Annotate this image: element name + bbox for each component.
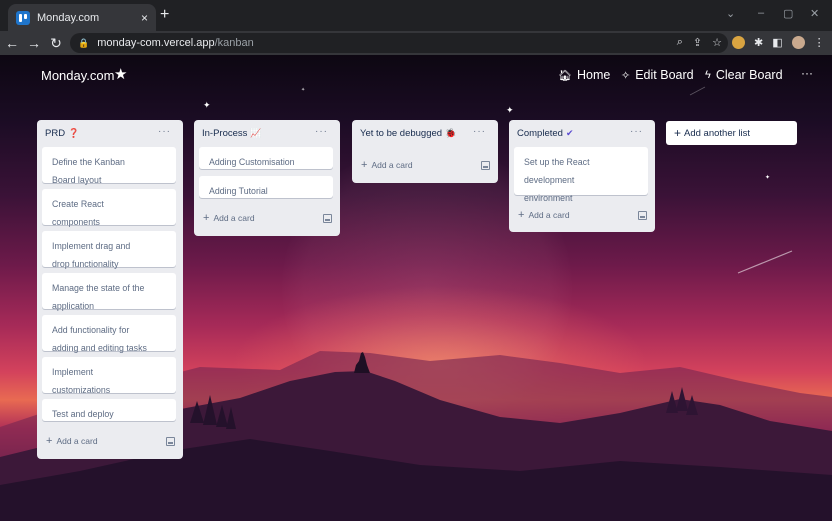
minimize-icon[interactable]: – (758, 7, 764, 19)
card[interactable]: Test and deploy (42, 399, 176, 421)
edit-board-label: Edit Board (635, 68, 694, 82)
reload-icon[interactable]: ↻ (46, 35, 66, 52)
trello-favicon-icon (16, 10, 30, 25)
profile-avatar[interactable] (791, 36, 805, 49)
card-template-icon[interactable] (323, 213, 332, 223)
browser-tab[interactable]: Monday.com × (8, 4, 156, 31)
sparkle-icon: ✧ (621, 69, 631, 82)
list-title[interactable]: Completed (517, 128, 563, 139)
clear-board-link[interactable]: ϟ Clear Board (705, 68, 783, 82)
decorative-star: ✦ (506, 105, 514, 115)
list-menu-icon[interactable]: ··· (473, 126, 486, 137)
plus-icon: + (518, 209, 525, 221)
browser-tab-strip: Monday.com × + ⌄ – ▢ ✕ (0, 0, 832, 31)
home-icon: 🏠︎ (558, 69, 572, 82)
side-panel-icon[interactable]: ◧ (772, 36, 782, 49)
card[interactable]: Implement drag and drop functionality (42, 231, 176, 269)
tab-search-icon[interactable]: ⌄ (726, 7, 735, 20)
extensions-puzzle-icon[interactable]: ✱ (754, 36, 763, 49)
zoom-icon[interactable]: ⌕ (677, 36, 683, 49)
plus-icon: + (361, 159, 368, 171)
brand-logo[interactable]: Monday.com (41, 68, 114, 83)
url-host: monday-com.vercel.app (97, 37, 215, 49)
card-text: Test and deploy (52, 409, 114, 419)
lightning-icon: ϟ (705, 69, 711, 81)
decorative-star: ✦ (765, 175, 771, 181)
close-tab-icon[interactable]: × (141, 11, 148, 25)
chart-increasing-icon: 📈 (250, 128, 262, 138)
list-prd: PRD ❓ ··· Define the Kanban Board layout… (37, 120, 183, 459)
maximize-icon[interactable]: ▢ (783, 7, 793, 20)
add-list-button[interactable]: + Add another list (666, 121, 797, 145)
lock-icon[interactable]: 🔒 (78, 38, 89, 49)
list-yet-to-be-debugged: Yet to be debugged 🐞 ··· + Add a card (352, 120, 498, 183)
plus-icon: + (203, 212, 210, 224)
address-bar[interactable]: 🔒 monday-com.vercel.app /kanban ⌕ ⇪ ☆ (70, 33, 728, 53)
list-title[interactable]: In-Process (202, 128, 247, 139)
add-card-button[interactable]: + Add a card (203, 212, 332, 224)
card[interactable]: Define the Kanban Board layout (42, 147, 176, 185)
card-text: Set up the React development environment (524, 157, 590, 203)
bookmark-star-icon[interactable]: ☆ (712, 36, 722, 49)
tab-title: Monday.com (37, 11, 100, 24)
card[interactable]: Create React components (42, 189, 176, 227)
edit-board-link[interactable]: ✧ Edit Board (621, 68, 694, 82)
card-template-icon[interactable] (481, 160, 490, 170)
add-list-label: Add another list (684, 127, 751, 139)
card-text: Implement customizations (52, 367, 111, 395)
card-template-icon[interactable] (638, 210, 647, 220)
card-text: Add functionality for adding and editing… (52, 325, 147, 353)
back-arrow-icon[interactable]: ← (2, 35, 22, 51)
card[interactable]: Adding Customisation (199, 147, 333, 169)
browser-toolbar: ← → ↻ 🔒 monday-com.vercel.app /kanban ⌕ … (0, 31, 832, 55)
add-card-label: Add a card (528, 210, 570, 220)
card-text: Implement drag and drop functionality (52, 241, 131, 269)
list-title[interactable]: PRD (45, 128, 65, 139)
more-options-icon[interactable]: ··· (801, 66, 813, 80)
decorative-star: ✦ (203, 100, 211, 110)
home-link[interactable]: 🏠︎ Home (558, 68, 610, 82)
list-title[interactable]: Yet to be debugged (360, 128, 442, 139)
list-menu-icon[interactable]: ··· (315, 126, 328, 137)
card[interactable]: Implement customizations (42, 357, 176, 395)
plus-icon: + (674, 126, 682, 140)
add-card-button[interactable]: + Add a card (361, 159, 490, 171)
card[interactable]: Manage the state of the application (42, 273, 176, 311)
add-card-label: Add a card (213, 213, 255, 223)
add-card-button[interactable]: + Add a card (46, 435, 175, 447)
clear-board-label: Clear Board (715, 68, 783, 82)
kanban-page: ✦ ✦ ✦ ✦ Monday.com ★ 🏠︎ Home ✧ Edit Boar… (0, 55, 832, 521)
url-path: /kanban (214, 37, 254, 49)
add-card-label: Add a card (56, 436, 98, 446)
list-in-process: In-Process 📈 ··· Adding Customisation Ad… (194, 120, 340, 236)
check-mark-icon: ✔ (565, 128, 574, 138)
bug-icon: 🐞 (445, 128, 457, 138)
add-card-label: Add a card (371, 160, 413, 170)
extension-icon[interactable] (732, 36, 745, 49)
card[interactable]: Adding Tutorial (199, 176, 333, 198)
list-completed: Completed ✔ ··· Set up the React develop… (509, 120, 655, 232)
home-label: Home (576, 68, 611, 82)
chrome-menu-icon[interactable]: ⋮ (814, 36, 825, 49)
card-text: Adding Customisation (209, 157, 295, 167)
forward-arrow-icon[interactable]: → (24, 35, 44, 51)
app-navbar: Monday.com ★ 🏠︎ Home ✧ Edit Board ϟ Clea… (0, 55, 832, 99)
favorite-star-icon[interactable]: ★ (114, 65, 127, 83)
list-menu-icon[interactable]: ··· (158, 126, 171, 137)
card-template-icon[interactable] (166, 436, 175, 446)
card-text: Create React components (52, 199, 104, 227)
card[interactable]: Add functionality for adding and editing… (42, 315, 176, 353)
new-tab-button[interactable]: + (160, 6, 169, 24)
card-text: Define the Kanban Board layout (52, 157, 125, 185)
card[interactable]: Set up the React development environment (514, 147, 648, 203)
close-window-icon[interactable]: ✕ (810, 7, 819, 20)
card-text: Adding Tutorial (209, 186, 268, 196)
question-mark-icon: ❓ (68, 128, 80, 138)
share-icon[interactable]: ⇪ (693, 36, 702, 49)
list-menu-icon[interactable]: ··· (630, 126, 643, 137)
add-card-button[interactable]: + Add a card (518, 209, 647, 221)
plus-icon: + (46, 435, 53, 447)
card-text: Manage the state of the application (52, 283, 145, 311)
